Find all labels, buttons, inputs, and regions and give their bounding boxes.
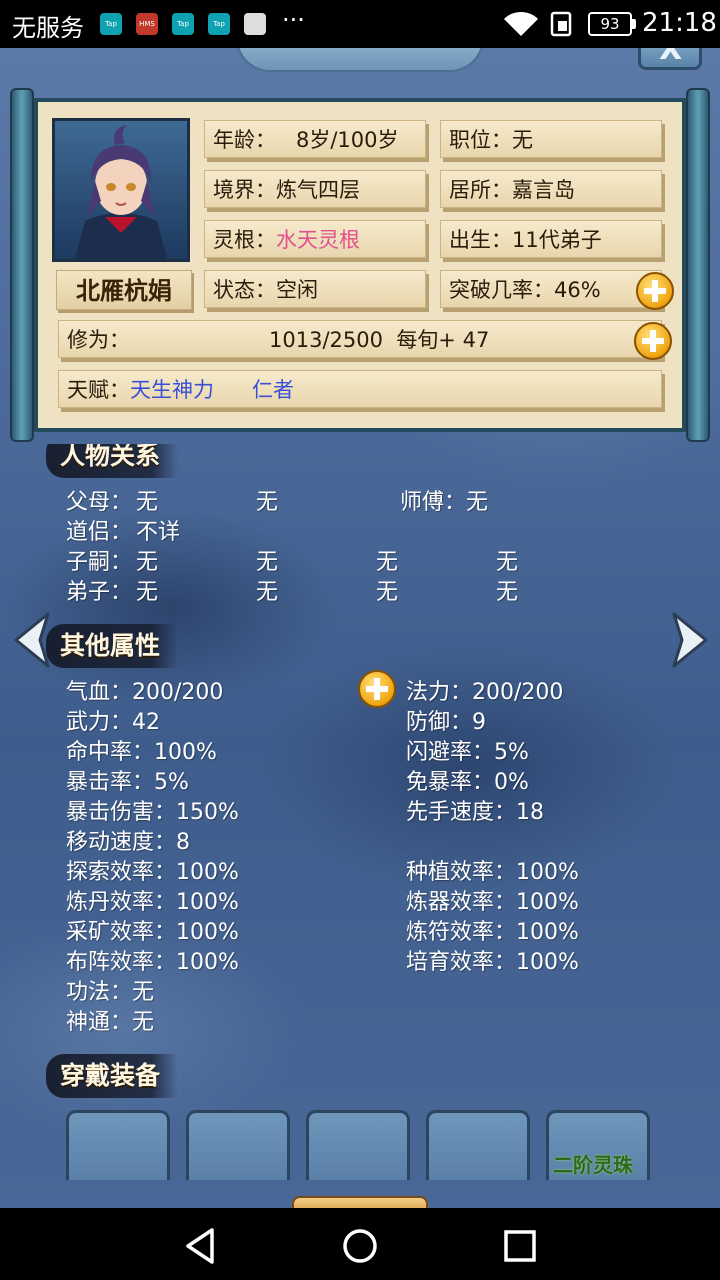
residence-cell: 居所：嘉言岛 [440, 170, 662, 208]
partner-label: 道侣： [66, 520, 133, 545]
status-bar: 无服务 Tap HMS Tap Tap ··· 93 21:18 [0, 0, 720, 48]
attr-left: 采矿效率：100% [66, 920, 239, 945]
battery-cap [632, 19, 636, 29]
spirit-root-label: 灵根： [213, 228, 276, 252]
character-portrait[interactable] [52, 118, 190, 262]
attr-left: 武力：42 [66, 710, 160, 735]
overflow-icon: ··· [282, 6, 305, 34]
attr-right: 培育效率：100% [406, 950, 579, 975]
attr-right: 炼器效率：100% [406, 890, 579, 915]
disciple-value: 无 [256, 580, 279, 605]
attributes-section-title: 其他属性 [46, 624, 179, 668]
close-icon: X [659, 48, 683, 67]
attr-left: 暴击率：5% [66, 770, 189, 795]
close-button[interactable]: X [638, 48, 702, 70]
sim-icon [550, 11, 572, 37]
child-value: 无 [376, 550, 399, 575]
attr-right: 炼符效率：100% [406, 920, 579, 945]
age-value: 8岁/100岁 [296, 128, 399, 152]
child-value: 无 [256, 550, 279, 575]
arrow-right-icon[interactable] [668, 610, 712, 670]
realm-cell: 境界：炼气四层 [204, 170, 426, 208]
scroll-rod-right [686, 88, 710, 442]
age-cell: 年龄： 8岁/100岁 [204, 120, 426, 158]
position-cell: 职位：无 [440, 120, 662, 158]
attr-right: 种植效率：100% [406, 860, 579, 885]
tap-app-icon: Tap [100, 13, 122, 35]
breakthrough-plus-button[interactable] [636, 272, 674, 310]
bottom-action-button[interactable] [292, 1196, 428, 1208]
title-banner [236, 48, 484, 72]
navigation-bar [0, 1208, 720, 1280]
status-cell: 状态：空闲 [204, 270, 426, 308]
equipment-item-label: 二阶灵珠 [553, 1153, 633, 1177]
attr-right: 先手速度：18 [406, 800, 544, 825]
equipment-slot[interactable]: 二阶灵珠 [546, 1110, 650, 1180]
cultivation-plus-button[interactable] [634, 322, 672, 360]
cultivation-label: 修为： [67, 328, 130, 352]
attr-right: 法力：200/200 [406, 680, 564, 705]
tap-app-icon: Tap [172, 13, 194, 35]
equipment-slot[interactable] [66, 1110, 170, 1180]
attr-left: 炼丹效率：100% [66, 890, 239, 915]
carrier-label: 无服务 [12, 14, 84, 42]
talent-item[interactable]: 天生神力 [130, 378, 214, 402]
home-icon[interactable] [340, 1226, 380, 1266]
age-label: 年龄： [213, 128, 276, 152]
talent-item[interactable]: 仁者 [252, 378, 294, 402]
attr-left: 探索效率：100% [66, 860, 239, 885]
talent-label: 天赋： [67, 378, 130, 402]
parent-value: 无 [256, 490, 279, 515]
character-detail-screen: X 北雁杭娟 年龄： 8岁/100岁 职位：无 境界：炼气四层 居所：嘉言岛 灵根… [0, 48, 720, 1208]
disciples-label: 弟子： [66, 580, 133, 605]
attr-right: 免暴率：0% [406, 770, 529, 795]
equipment-slot[interactable] [186, 1110, 290, 1180]
back-icon[interactable] [180, 1226, 220, 1266]
attr-left: 移动速度：8 [66, 830, 190, 855]
parent-value: 无 [136, 490, 159, 515]
equipment-slot[interactable] [306, 1110, 410, 1180]
partner-value: 不详 [136, 520, 181, 545]
wifi-icon [504, 11, 538, 36]
master-value: 师傅：无 [400, 490, 489, 515]
game-app-icon [244, 13, 266, 35]
avatar [75, 125, 167, 259]
children-label: 子嗣： [66, 550, 133, 575]
hms-app-icon: HMS [136, 13, 158, 35]
breakthrough-cell: 突破几率：46% [440, 270, 662, 308]
attr-right: 闪避率：5% [406, 740, 529, 765]
attr-left: 布阵效率：100% [66, 950, 239, 975]
parents-label: 父母： [66, 490, 133, 515]
talent-cell: 天赋：天生神力 仁者 [58, 370, 662, 408]
attr-right: 防御：9 [406, 710, 486, 735]
character-name: 北雁杭娟 [56, 270, 192, 310]
attr-left: 气血：200/200 [66, 680, 224, 705]
birth-cell: 出生：11代弟子 [440, 220, 662, 258]
spirit-root-value: 水天灵根 [276, 228, 360, 252]
attr-left: 命中率：100% [66, 740, 217, 765]
clock: 21:18 [642, 8, 717, 38]
attr-left: 暴击伤害：150% [66, 800, 239, 825]
disciple-value: 无 [136, 580, 159, 605]
recents-icon[interactable] [500, 1226, 540, 1266]
disciple-value: 无 [376, 580, 399, 605]
attribute-plus-button[interactable] [358, 670, 396, 708]
spirit-root-cell: 灵根：水天灵根 [204, 220, 426, 258]
scroll-rod-left [10, 88, 34, 442]
equipment-section-title: 穿戴装备 [46, 1054, 179, 1098]
attr-left: 功法：无 [66, 980, 155, 1005]
attr-left: 神通：无 [66, 1010, 155, 1035]
child-value: 无 [496, 550, 519, 575]
cultivation-cell: 修为： 1013/2500 每旬+ 47 [58, 320, 662, 358]
child-value: 无 [136, 550, 159, 575]
cultivation-value: 1013/2500 每旬+ 47 [269, 328, 490, 352]
disciple-value: 无 [496, 580, 519, 605]
battery-indicator: 93 [588, 12, 632, 36]
tap-app-icon: Tap [208, 13, 230, 35]
equipment-slot[interactable] [426, 1110, 530, 1180]
